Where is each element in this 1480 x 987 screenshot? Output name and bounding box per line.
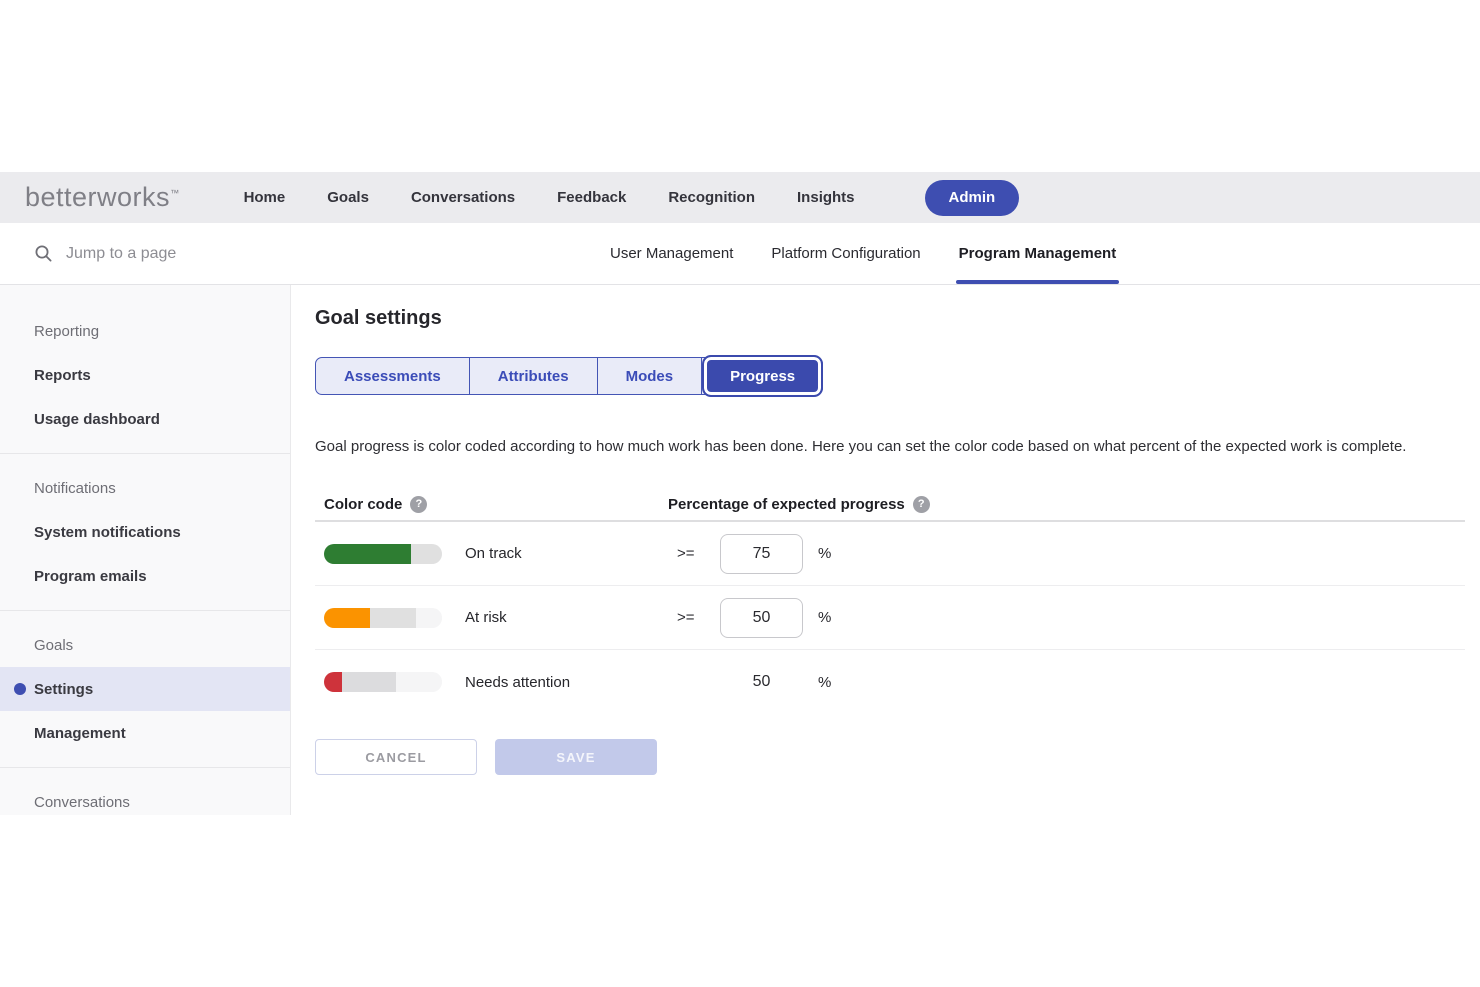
cancel-button[interactable]: CANCEL xyxy=(315,739,477,775)
sidebar-item-usage-dashboard[interactable]: Usage dashboard xyxy=(0,397,290,441)
active-indicator-dot xyxy=(14,683,26,695)
column-percentage: Percentage of expected progress ? xyxy=(668,496,930,513)
sidebar-item-reports[interactable]: Reports xyxy=(0,353,290,397)
page-title: Goal settings xyxy=(315,307,1480,330)
nav-item-admin[interactable]: Admin xyxy=(925,180,1020,216)
color-code-table: Color code ? Percentage of expected prog… xyxy=(315,488,1465,714)
form-actions: CANCEL SAVE xyxy=(315,739,1480,775)
goal-settings-tabs: Assessments Attributes Modes Progress xyxy=(315,357,823,395)
at-risk-color-bar xyxy=(324,608,442,628)
needs-attention-color-bar xyxy=(324,672,442,692)
sidebar-header-reporting: Reporting xyxy=(0,309,290,353)
nav-item-insights[interactable]: Insights xyxy=(797,189,855,206)
save-button[interactable]: SAVE xyxy=(495,739,657,775)
percent-unit: % xyxy=(818,609,831,626)
nav-item-feedback[interactable]: Feedback xyxy=(557,189,626,206)
sidebar-item-program-emails[interactable]: Program emails xyxy=(0,554,290,598)
on-track-color-bar xyxy=(324,544,442,564)
top-header-bar: betterworks™ Home Goals Conversations Fe… xyxy=(0,172,1480,223)
sidebar-header-goals: Goals xyxy=(0,623,290,667)
tab-modes[interactable]: Modes xyxy=(598,358,703,394)
sidebar-item-management[interactable]: Management xyxy=(0,711,290,755)
table-header: Color code ? Percentage of expected prog… xyxy=(315,488,1465,522)
percent-unit: % xyxy=(818,674,831,691)
tab-progress[interactable]: Progress xyxy=(702,355,823,397)
row-label: At risk xyxy=(465,609,677,626)
tab-assessments[interactable]: Assessments xyxy=(316,358,470,394)
row-operator: >= xyxy=(677,609,720,626)
main-content: Goal settings Assessments Attributes Mod… xyxy=(291,285,1480,775)
help-icon[interactable]: ? xyxy=(410,496,427,513)
tab-platform-configuration[interactable]: Platform Configuration xyxy=(771,223,920,284)
nav-item-home[interactable]: Home xyxy=(244,189,286,206)
sidebar-item-system-notifications[interactable]: System notifications xyxy=(0,510,290,554)
progress-description: Goal progress is color coded according t… xyxy=(315,435,1455,458)
secondary-bar: User Management Platform Configuration P… xyxy=(0,223,1480,285)
trademark-symbol: ™ xyxy=(170,188,180,198)
table-row-at-risk: At risk >= % xyxy=(315,586,1465,650)
sidebar-header-conversations: Conversations xyxy=(0,780,290,824)
column-label: Color code xyxy=(324,496,402,513)
on-track-threshold-input[interactable] xyxy=(720,534,803,574)
tab-user-management[interactable]: User Management xyxy=(610,223,733,284)
row-label: Needs attention xyxy=(465,674,677,691)
betterworks-logo: betterworks™ xyxy=(25,182,180,213)
app-window: betterworks™ Home Goals Conversations Fe… xyxy=(0,172,1480,815)
row-operator: >= xyxy=(677,545,720,562)
sidebar-header-notifications: Notifications xyxy=(0,466,290,510)
top-navigation: Home Goals Conversations Feedback Recogn… xyxy=(244,180,1020,216)
logo-text: betterworks xyxy=(25,182,170,212)
body-wrap: Reporting Reports Usage dashboard Notifi… xyxy=(0,285,1480,815)
needs-attention-threshold-value: 50 xyxy=(720,673,803,691)
sidebar-group-goals: Goals Settings Management xyxy=(0,610,290,767)
nav-item-recognition[interactable]: Recognition xyxy=(668,189,755,206)
jump-to-page-search[interactable] xyxy=(34,223,286,284)
sidebar-group-conversations: Conversations xyxy=(0,767,290,836)
table-row-needs-attention: Needs attention 50 % xyxy=(315,650,1465,714)
admin-section-tabs: User Management Platform Configuration P… xyxy=(610,223,1116,284)
sidebar-group-notifications: Notifications System notifications Progr… xyxy=(0,453,290,610)
nav-item-conversations[interactable]: Conversations xyxy=(411,189,515,206)
table-row-on-track: On track >= % xyxy=(315,522,1465,586)
help-icon[interactable]: ? xyxy=(913,496,930,513)
search-input[interactable] xyxy=(66,245,286,263)
sidebar-item-settings[interactable]: Settings xyxy=(0,667,290,711)
search-icon xyxy=(34,244,53,263)
column-color-code: Color code ? xyxy=(324,496,668,513)
sidebar-group-reporting: Reporting Reports Usage dashboard xyxy=(0,297,290,453)
tab-program-management[interactable]: Program Management xyxy=(959,223,1117,284)
nav-item-goals[interactable]: Goals xyxy=(327,189,369,206)
column-label: Percentage of expected progress xyxy=(668,496,905,513)
percent-unit: % xyxy=(818,545,831,562)
at-risk-threshold-input[interactable] xyxy=(720,598,803,638)
row-label: On track xyxy=(465,545,677,562)
tab-attributes[interactable]: Attributes xyxy=(470,358,598,394)
page-canvas: betterworks™ Home Goals Conversations Fe… xyxy=(0,0,1480,987)
sidebar-item-label: Settings xyxy=(34,681,93,698)
settings-sidebar: Reporting Reports Usage dashboard Notifi… xyxy=(0,285,291,815)
